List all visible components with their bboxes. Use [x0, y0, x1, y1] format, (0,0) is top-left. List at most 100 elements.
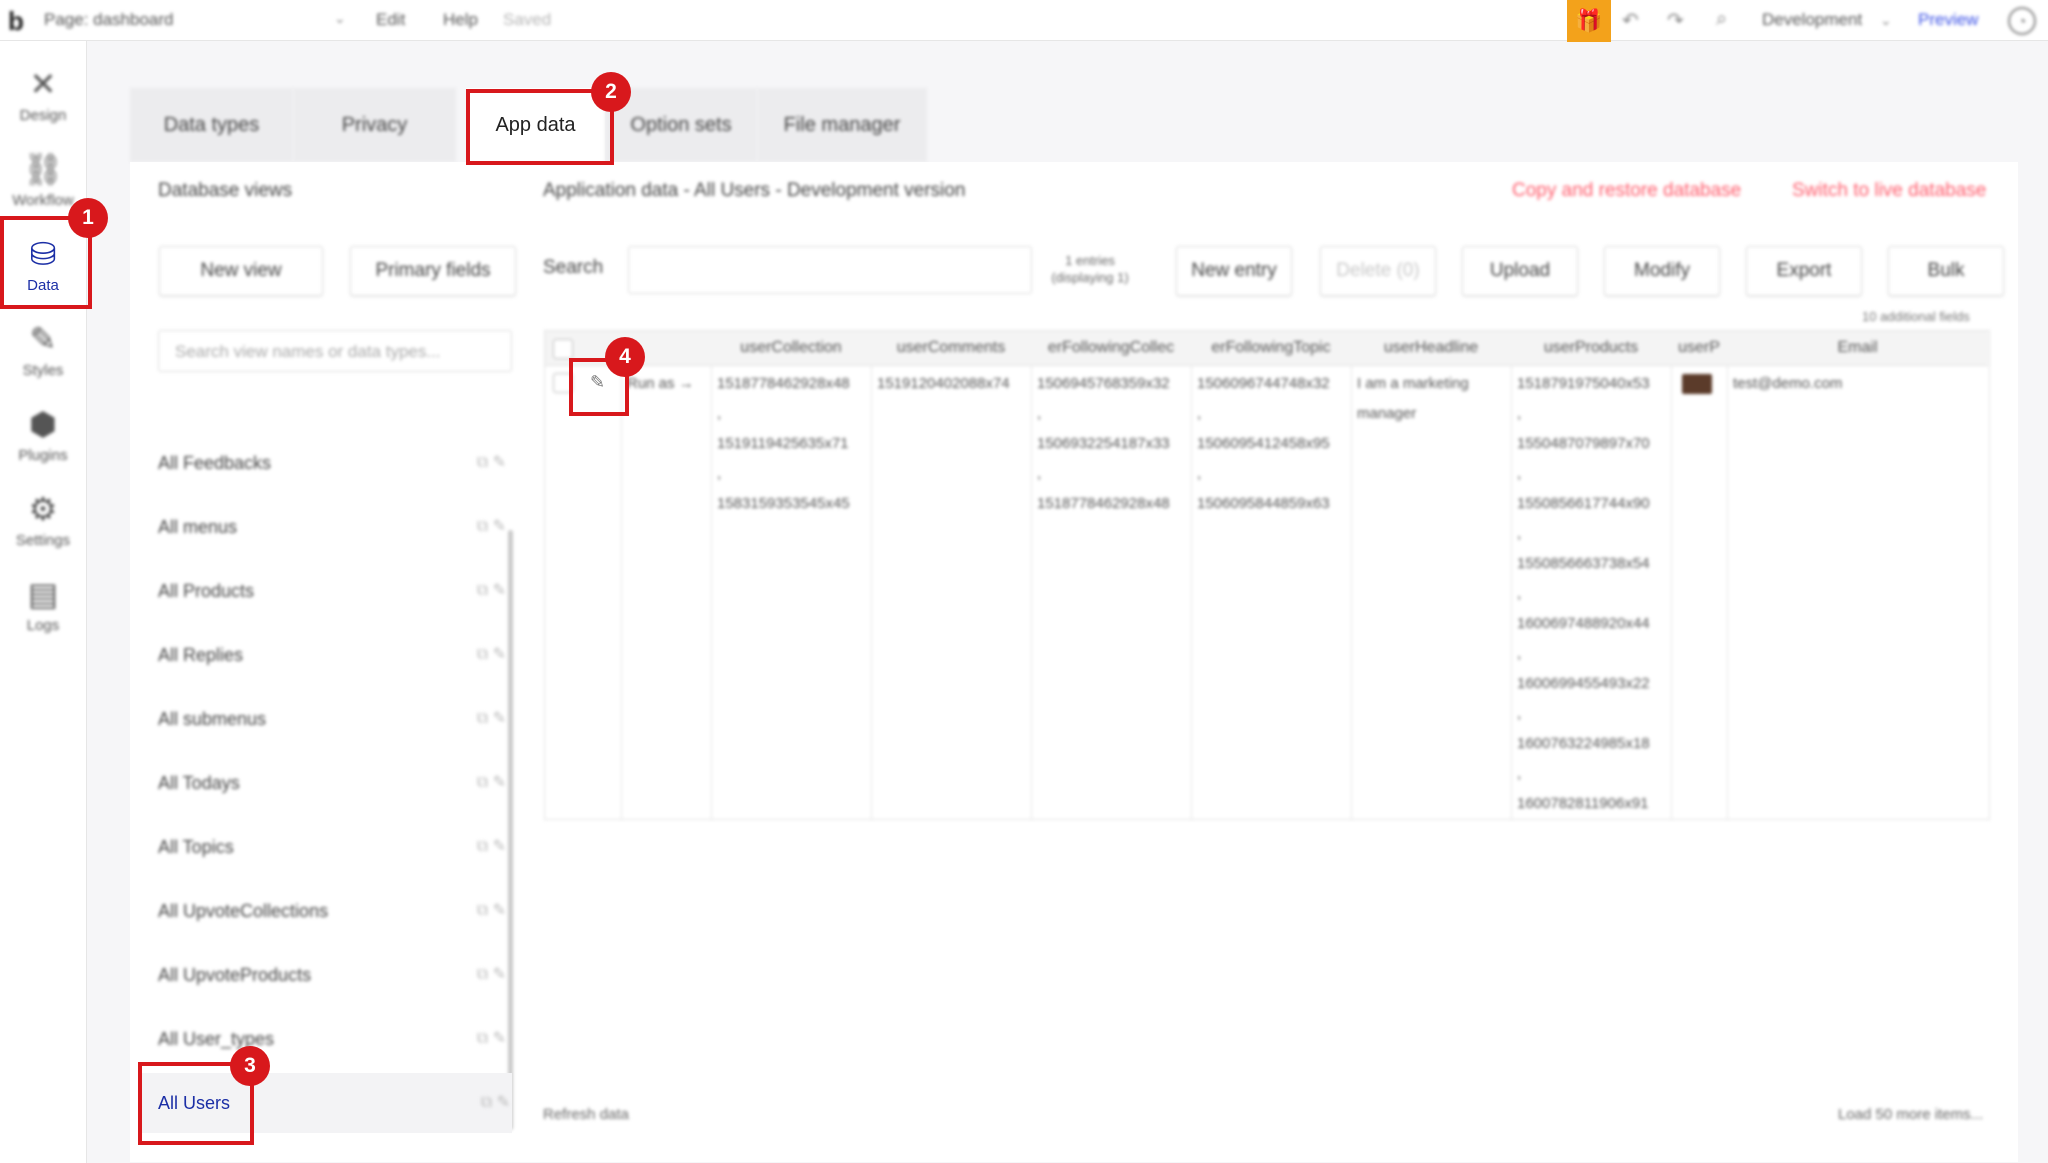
table-cell: , — [1517, 705, 1522, 722]
table-header[interactable]: userHeadline — [1351, 331, 1511, 366]
new-entry-button[interactable]: New entry — [1176, 246, 1292, 296]
rail-item-design[interactable]: ✕ Design — [0, 57, 86, 137]
tab-privacy[interactable]: Privacy — [293, 88, 456, 162]
rail-label: Settings — [15, 532, 71, 549]
view-name: All UpvoteProducts — [158, 965, 312, 985]
table-cell-email: test@demo.com — [1733, 375, 1843, 392]
list-item[interactable]: All Products ⧉ ✎ — [158, 571, 508, 611]
upload-button[interactable]: Upload — [1462, 246, 1578, 296]
redo-icon[interactable]: ↷ — [1667, 8, 1684, 33]
gift-icon[interactable]: 🎁 — [1567, 0, 1611, 42]
list-item[interactable]: All User_types ⧉ ✎ — [158, 1019, 508, 1059]
table-header[interactable]: userComments — [871, 331, 1031, 366]
view-actions-icon[interactable]: ⧉ ✎ — [477, 443, 506, 483]
delete-button[interactable]: Delete (0) — [1320, 246, 1436, 296]
search-input[interactable] — [628, 246, 1032, 294]
list-item[interactable]: All menus ⧉ ✎ — [158, 507, 508, 547]
table-cell: 1518791975040x53 — [1517, 375, 1650, 392]
new-view-button[interactable]: New view — [159, 246, 323, 296]
logs-icon: ▤ — [27, 576, 59, 612]
step-marker-4: 4 — [605, 337, 645, 377]
view-actions-icon[interactable]: ⧉ ✎ — [477, 635, 506, 675]
table-cell: , — [1517, 525, 1522, 542]
tab-file-manager[interactable]: File manager — [757, 88, 927, 162]
select-all-checkbox[interactable] — [553, 339, 573, 359]
modify-button[interactable]: Modify — [1604, 246, 1720, 296]
table-cell: I am a marketing — [1357, 375, 1469, 392]
additional-fields-link[interactable]: 10 additional fields — [1862, 309, 1970, 324]
run-as-link[interactable]: Run as → — [627, 369, 707, 399]
search-icon[interactable]: ⌕ — [1716, 8, 1727, 31]
view-search-input[interactable]: Search view names or data types... — [158, 330, 512, 372]
table-cell: , — [1037, 465, 1042, 482]
list-item[interactable]: All UpvoteProducts ⧉ ✎ — [158, 955, 508, 995]
bulk-button[interactable]: Bulk — [1888, 246, 2004, 296]
account-icon[interactable]: ◔ — [2008, 7, 2036, 35]
table-cell: 1506095844859x63 — [1197, 495, 1330, 512]
refresh-data-link[interactable]: Refresh data — [543, 1106, 629, 1123]
page-selector[interactable]: Page: dashboard — [44, 10, 174, 30]
list-item[interactable]: All Todays ⧉ ✎ — [158, 763, 508, 803]
copy-restore-link[interactable]: Copy and restore database — [1512, 180, 1741, 202]
table-cell: 1550856663738x54 — [1517, 555, 1650, 572]
view-actions-icon[interactable]: ⧉ ✎ — [477, 507, 506, 547]
table-cell: 1506932254187x33 — [1037, 435, 1170, 452]
list-item[interactable]: All Feedbacks ⧉ ✎ — [158, 443, 508, 483]
table-cell: 1518778462928x48 — [1037, 495, 1170, 512]
table-header[interactable]: userProducts — [1511, 331, 1671, 366]
top-bar: b Page: dashboard ⌄ Edit Help Saved ↶ ↷ … — [0, 0, 2048, 42]
primary-fields-button[interactable]: Primary fields — [350, 246, 516, 296]
view-actions-icon[interactable]: ⧉ ✎ — [477, 827, 506, 867]
gear-icon: ⚙ — [28, 491, 58, 527]
table-header[interactable]: Email — [1727, 331, 1988, 366]
app-data-title: Application data - All Users - Developme… — [543, 180, 966, 201]
table-header[interactable]: erFollowingTopic — [1191, 331, 1351, 366]
rail-item-settings[interactable]: ⚙ Settings — [0, 482, 86, 562]
view-actions-icon[interactable]: ⧉ ✎ — [477, 891, 506, 931]
table-cell: , — [1197, 465, 1202, 482]
table-header[interactable]: userCollection — [711, 331, 871, 366]
list-item[interactable]: All UpvoteCollections ⧉ ✎ — [158, 891, 508, 931]
run-as-column: Run as → — [621, 331, 712, 819]
search-label: Search — [543, 257, 604, 278]
help-menu[interactable]: Help — [443, 10, 478, 30]
view-actions-icon[interactable]: ⧉ ✎ — [477, 1019, 506, 1059]
export-button[interactable]: Export — [1746, 246, 1862, 296]
view-actions-icon[interactable]: ⧉ ✎ — [477, 955, 506, 995]
bubble-logo[interactable]: b — [8, 6, 24, 37]
table-cell: 1518778462928x48 — [717, 375, 850, 392]
rail-item-plugins[interactable]: ⬢ Plugins — [0, 397, 86, 477]
chevron-down-icon[interactable]: ⌄ — [334, 10, 346, 27]
load-more-link[interactable]: Load 50 more items... — [1838, 1106, 1983, 1123]
table-cell: , — [1517, 645, 1522, 662]
preview-link[interactable]: Preview — [1918, 10, 1978, 30]
view-actions-icon[interactable]: ⧉ ✎ — [477, 763, 506, 803]
view-actions-icon[interactable]: ⧉ ✎ — [481, 1073, 510, 1133]
column-user-collection: userCollection 1518778462928x48 , 151911… — [711, 331, 872, 819]
view-actions-icon[interactable]: ⧉ ✎ — [477, 699, 506, 739]
environment-selector[interactable]: Development — [1762, 10, 1862, 30]
switch-live-link[interactable]: Switch to live database — [1792, 180, 1986, 202]
list-item[interactable]: All submenus ⧉ ✎ — [158, 699, 508, 739]
column-user-products: userProducts 1518791975040x53 , 15504870… — [1511, 331, 1672, 819]
list-item[interactable]: All Topics ⧉ ✎ — [158, 827, 508, 867]
table-cell: 1583159353545x45 — [717, 495, 850, 512]
highlight-app-data-tab — [466, 89, 614, 165]
tab-data-types[interactable]: Data types — [130, 88, 293, 162]
chevron-down-icon[interactable]: ⌄ — [1880, 12, 1892, 29]
table-cell: manager — [1357, 405, 1417, 422]
table-cell: 1519119425635x71 — [717, 435, 849, 452]
edit-menu[interactable]: Edit — [376, 10, 405, 30]
views-scrollbar[interactable] — [508, 530, 513, 1130]
view-actions-icon[interactable]: ⧉ ✎ — [477, 571, 506, 611]
rail-item-logs[interactable]: ▤ Logs — [0, 567, 86, 647]
view-name: All submenus — [158, 709, 267, 729]
view-name: All Replies — [158, 645, 244, 665]
view-name: All Todays — [158, 773, 240, 793]
list-item[interactable]: All Replies ⧉ ✎ — [158, 635, 508, 675]
column-user-headline: userHeadline I am a marketing manager — [1351, 331, 1512, 819]
table-header[interactable]: erFollowingCollec — [1031, 331, 1191, 366]
table-header[interactable]: userP — [1671, 331, 1727, 366]
rail-item-styles[interactable]: ✎ Styles — [0, 312, 86, 392]
undo-icon[interactable]: ↶ — [1622, 8, 1639, 33]
